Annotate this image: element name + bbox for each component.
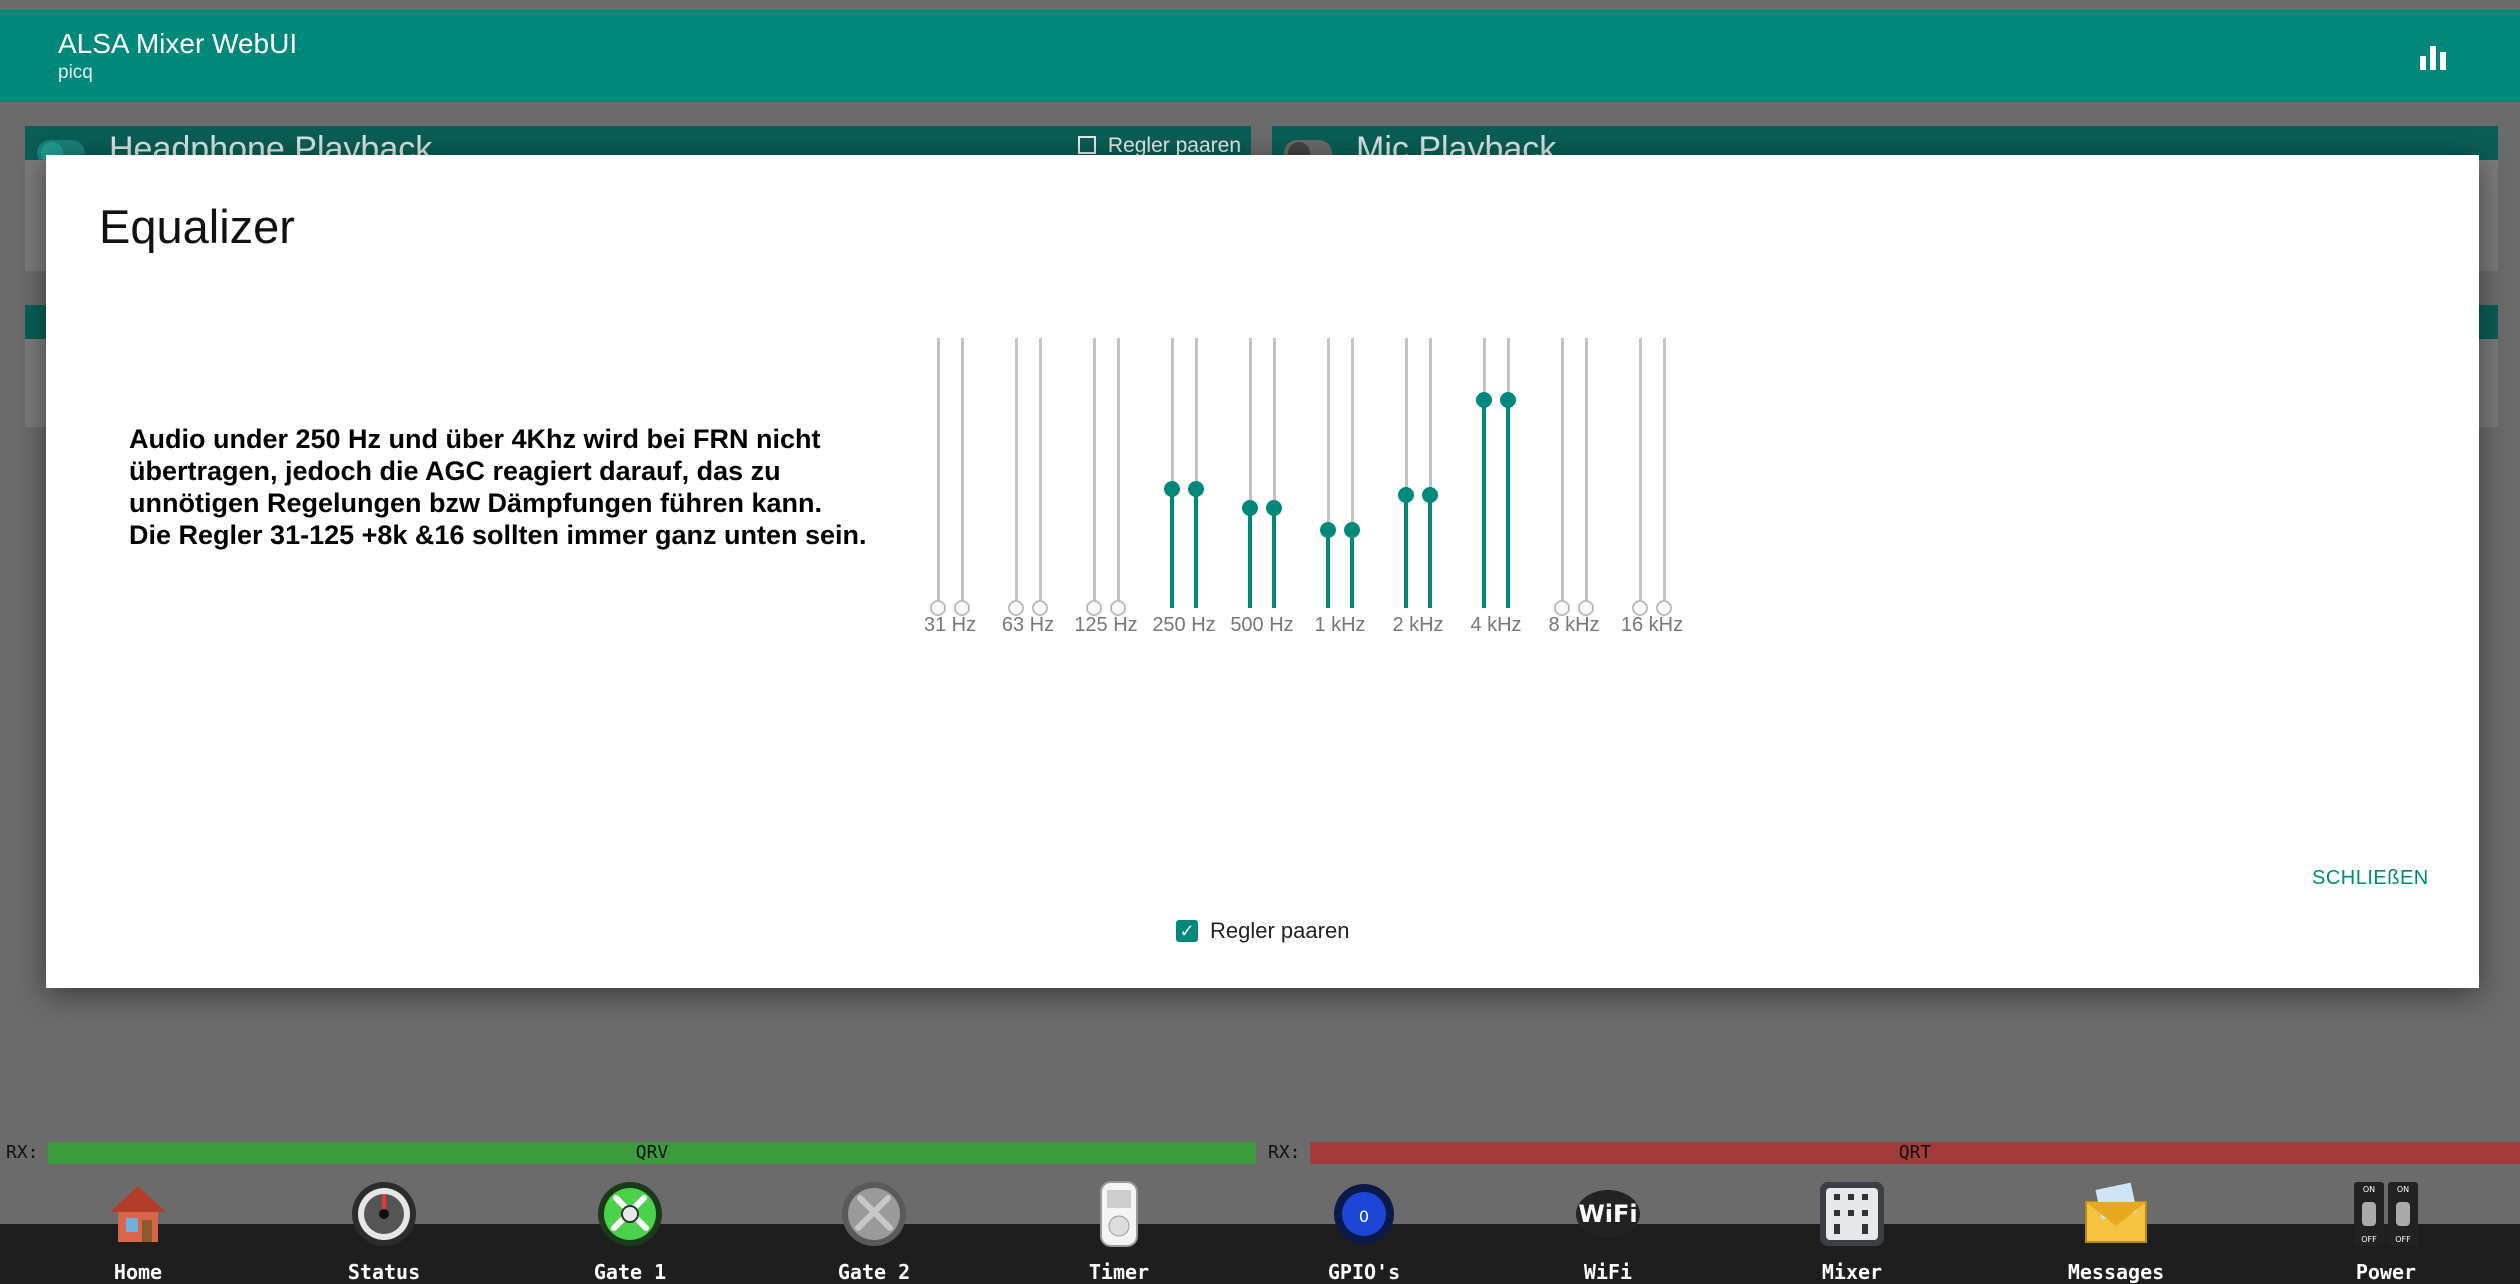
eq-band-label: 500 Hz (1230, 614, 1294, 636)
dock-label: Messages (2067, 1260, 2165, 1284)
power-switch-icon: ON ON OFF OFF (2352, 1180, 2420, 1248)
dock-label: WiFi (1583, 1260, 1633, 1284)
equalizer-dialog: Equalizer Audio under 250 Hz und über 4K… (46, 155, 2479, 988)
eq-knob[interactable] (1320, 521, 1336, 538)
eq-band-label: 8 kHz (1548, 614, 1600, 636)
dock-label: Home (113, 1260, 163, 1284)
eq-knob[interactable] (1500, 392, 1516, 409)
eq-knob[interactable] (1476, 392, 1492, 409)
gate-inactive-icon (840, 1180, 908, 1248)
svg-text:OFF: OFF (2395, 1235, 2411, 1244)
svg-text:OFF: OFF (2361, 1235, 2377, 1244)
dock-item-power[interactable]: ON ON OFF OFF Power (2316, 1180, 2456, 1284)
dock-label: Gate 1 (593, 1260, 667, 1284)
eq-fill (1194, 489, 1198, 608)
eq-fill (1506, 400, 1510, 608)
eq-band-label: 250 Hz (1152, 614, 1216, 636)
gpio-icon: 0 (1330, 1180, 1398, 1248)
checkmark-icon[interactable]: ✓ (1176, 920, 1198, 942)
wifi-icon: WiFi (1574, 1180, 1642, 1248)
dock-item-gate-1[interactable]: Gate 1 (560, 1180, 700, 1284)
pair-checkbox[interactable]: ✓ Regler paaren (1176, 918, 1349, 944)
equalizer-icon[interactable] (2416, 40, 2450, 74)
eq-fill (1170, 489, 1174, 608)
eq-rail (1638, 338, 1642, 608)
eq-rail (936, 338, 940, 608)
eq-band-label: 31 Hz (923, 614, 977, 636)
dock-item-status[interactable]: Status (314, 1180, 454, 1284)
eq-fill (1350, 529, 1354, 608)
eq-band-label: 125 Hz (1074, 614, 1138, 636)
timer-socket-icon (1085, 1180, 1153, 1248)
eq-rail (1038, 338, 1042, 608)
dock-label: Gate 2 (837, 1260, 911, 1284)
close-button[interactable]: SCHLIEßEN (2312, 867, 2429, 890)
dock-label: GPIO's (1327, 1260, 1401, 1284)
equalizer-sliders: 31 Hz 63 Hz 125 Hz 250 Hz 500 Hz 1 kHz 2 kHz 4 … (876, 338, 1726, 798)
dock-item-gpio-s[interactable]: 0 GPIO's (1294, 1180, 1434, 1284)
app-bar: ALSA Mixer WebUI picq (0, 10, 2520, 102)
dock-item-timer[interactable]: Timer (1049, 1180, 1189, 1284)
svg-text:ON: ON (2397, 1185, 2409, 1194)
eq-fill (1482, 400, 1486, 608)
eq-fill (1428, 494, 1432, 608)
svg-text:ON: ON (2363, 1185, 2375, 1194)
app-subtitle: picq (58, 62, 93, 83)
dock-item-home[interactable]: Home (68, 1180, 208, 1284)
dock-item-mixer[interactable]: Mixer (1782, 1180, 1922, 1284)
eq-fill (1326, 529, 1330, 608)
rx-state: QRT (1310, 1142, 2520, 1164)
eq-fill (1272, 508, 1276, 608)
dock-label: Power (2355, 1260, 2417, 1284)
eq-rail (1662, 338, 1666, 608)
eq-band-label: 16 kHz (1620, 614, 1684, 636)
house-icon (104, 1180, 172, 1248)
dock-label: Status (347, 1260, 421, 1284)
eq-knob[interactable] (1242, 500, 1258, 517)
eq-band-label: 1 kHz (1314, 614, 1366, 636)
eq-knob[interactable] (1164, 481, 1180, 498)
eq-knob[interactable] (1344, 521, 1360, 538)
dialog-title: Equalizer (99, 200, 295, 253)
svg-text:WiFi: WiFi (1578, 1200, 1637, 1228)
rx-state: QRV (48, 1142, 1256, 1164)
app-title: ALSA Mixer WebUI (58, 28, 298, 59)
gate-active-icon (596, 1180, 664, 1248)
rx-prefix: RX: (0, 1138, 43, 1168)
eq-rail (1014, 338, 1018, 608)
eq-knob[interactable] (1398, 486, 1414, 503)
dock-label: Mixer (1821, 1260, 1883, 1284)
envelope-icon (2082, 1180, 2150, 1248)
eq-rail (960, 338, 964, 608)
pair-label: Regler paaren (1210, 918, 1350, 943)
eq-band-label: 2 kHz (1392, 614, 1444, 636)
svg-text:0: 0 (1359, 1207, 1369, 1226)
eq-fill (1248, 508, 1252, 608)
rx-status-left: RX: QRV (0, 1138, 1262, 1168)
eq-knob[interactable] (1266, 500, 1282, 517)
rx-status-right: RX: QRT (1262, 1138, 2520, 1168)
eq-band-label: 4 kHz (1470, 614, 1522, 636)
dock-item-messages[interactable]: Messages (2046, 1180, 2186, 1284)
gauge-icon (350, 1180, 418, 1248)
rx-prefix: RX: (1262, 1138, 1305, 1168)
card-pair-label: Regler paaren (1107, 134, 1241, 157)
eq-fill (1404, 494, 1408, 608)
eq-rail (1584, 338, 1588, 608)
eq-knob[interactable] (1188, 481, 1204, 498)
eq-band-label: 63 Hz (1001, 614, 1055, 636)
dock-label: Timer (1088, 1260, 1150, 1284)
mixer-icon (1818, 1180, 1886, 1248)
eq-rail (1116, 338, 1120, 608)
eq-rail (1092, 338, 1096, 608)
eq-rail (1560, 338, 1564, 608)
dock-item-wifi[interactable]: WiFi WiFi (1538, 1180, 1678, 1284)
dialog-note: Audio under 250 Hz und über 4Khz wird be… (129, 424, 867, 550)
dock-item-gate-2[interactable]: Gate 2 (804, 1180, 944, 1284)
eq-knob[interactable] (1422, 486, 1438, 503)
